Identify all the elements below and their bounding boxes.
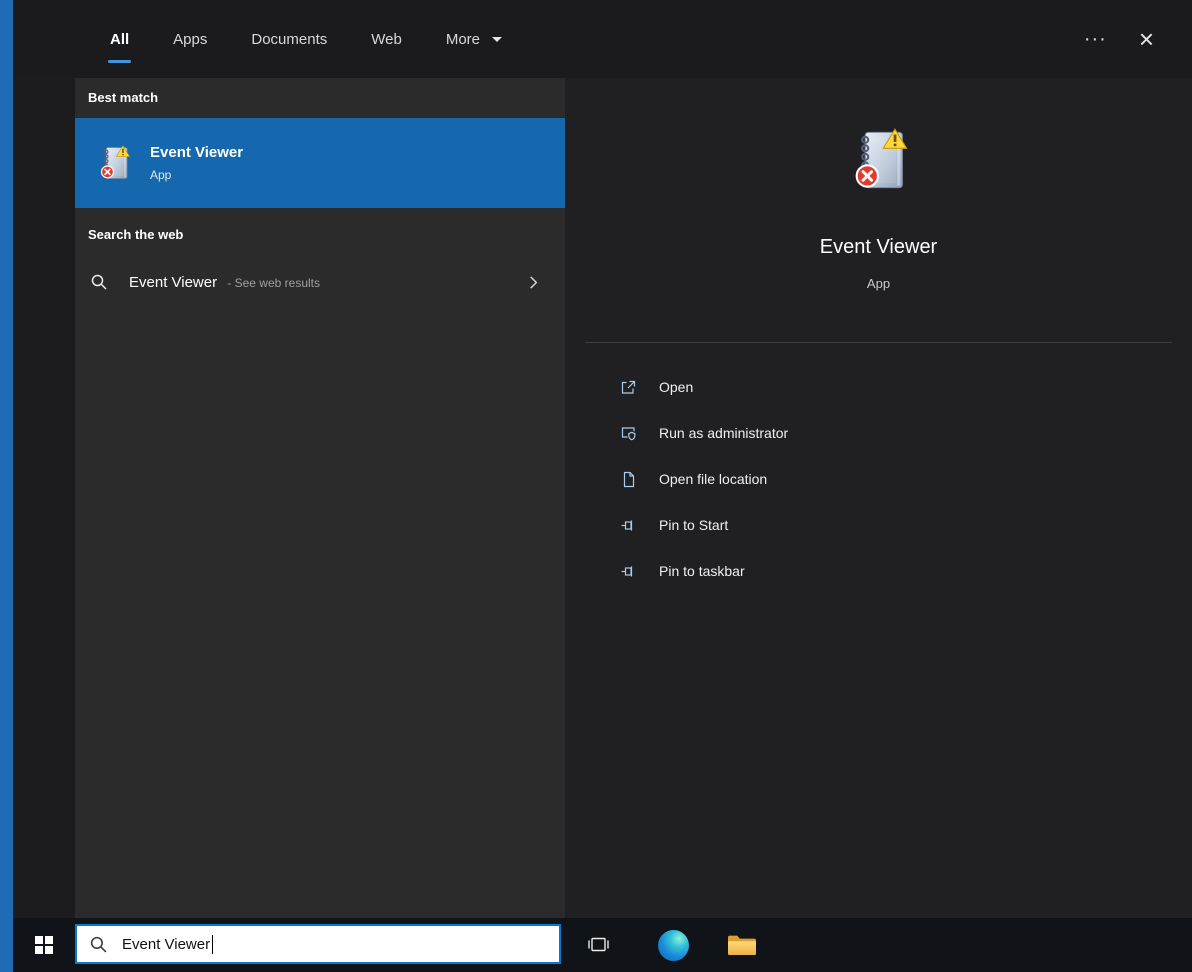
chevron-down-icon [492, 37, 502, 42]
web-result-text: Event Viewer - See web results [129, 274, 320, 291]
pin-icon [620, 563, 637, 580]
tab-more[interactable]: More [444, 26, 504, 53]
action-open-label: Open [659, 379, 693, 395]
best-match-title: Event Viewer [150, 144, 243, 161]
tab-apps[interactable]: Apps [171, 26, 209, 53]
event-viewer-icon [95, 144, 133, 182]
detail-panel: Event Viewer App Open Run as administrat… [565, 78, 1192, 918]
action-pin-to-taskbar[interactable]: Pin to taskbar [565, 548, 1192, 594]
action-pin-to-taskbar-label: Pin to taskbar [659, 563, 745, 579]
action-run-as-admin-label: Run as administrator [659, 425, 788, 441]
search-flyout: All Apps Documents Web More ··· × [13, 0, 1192, 918]
tab-all-label: All [110, 31, 129, 48]
file-explorer-button[interactable] [714, 918, 770, 972]
detail-title: Event Viewer [565, 236, 1192, 259]
run-as-admin-icon [620, 425, 637, 442]
search-web-heading: Search the web [88, 227, 183, 242]
edge-icon [658, 930, 689, 961]
search-filter-bar: All Apps Documents Web More ··· × [13, 0, 1192, 78]
tab-apps-label: Apps [173, 31, 207, 48]
windows-logo-icon [35, 936, 53, 954]
action-list: Open Run as administrator Open file loca… [565, 364, 1192, 594]
taskbar: Event Viewer [0, 918, 1192, 972]
action-open-file-location-label: Open file location [659, 471, 767, 487]
edge-browser-button[interactable] [645, 918, 701, 972]
action-run-as-administrator[interactable]: Run as administrator [565, 410, 1192, 456]
action-pin-to-start[interactable]: Pin to Start [565, 502, 1192, 548]
open-file-location-icon [620, 471, 637, 488]
task-view-button[interactable] [570, 918, 626, 972]
best-match-text: Event Viewer App [150, 144, 243, 182]
tab-all[interactable]: All [108, 26, 131, 53]
web-search-result[interactable]: Event Viewer - See web results [75, 256, 565, 308]
action-pin-to-start-label: Pin to Start [659, 517, 728, 533]
detail-subtitle: App [565, 276, 1192, 291]
header-actions: ··· × [1084, 29, 1192, 49]
tab-documents-label: Documents [251, 31, 327, 48]
results-panel: Best match Event Viewer App Search the w… [75, 78, 565, 918]
filter-tabs: All Apps Documents Web More [13, 26, 504, 53]
taskbar-search-value: Event Viewer [122, 936, 210, 953]
search-icon [89, 935, 108, 954]
web-result-suffix: - See web results [227, 276, 320, 290]
text-cursor [212, 935, 213, 954]
pin-icon [620, 517, 637, 534]
file-explorer-icon [727, 933, 757, 957]
taskbar-search-input[interactable]: Event Viewer [75, 924, 561, 964]
tab-documents[interactable]: Documents [249, 26, 329, 53]
close-button[interactable]: × [1139, 29, 1154, 49]
open-icon [620, 379, 637, 396]
start-button[interactable] [20, 918, 68, 972]
task-view-icon [586, 933, 611, 957]
web-result-query: Event Viewer [129, 274, 217, 291]
tab-web[interactable]: Web [369, 26, 404, 53]
chevron-right-icon [526, 275, 541, 290]
action-open-file-location[interactable]: Open file location [565, 456, 1192, 502]
best-match-heading: Best match [88, 90, 158, 105]
tab-more-label: More [446, 31, 480, 48]
windows-search-screen: All Apps Documents Web More ··· × [0, 0, 1192, 972]
best-match-result[interactable]: Event Viewer App [75, 118, 565, 208]
event-viewer-icon-large [845, 126, 913, 194]
desktop-edge [0, 0, 13, 972]
tab-web-label: Web [371, 31, 402, 48]
more-options-button[interactable]: ··· [1084, 32, 1107, 46]
divider [585, 342, 1172, 343]
best-match-subtitle: App [150, 168, 243, 182]
action-open[interactable]: Open [565, 364, 1192, 410]
search-icon [90, 273, 108, 291]
